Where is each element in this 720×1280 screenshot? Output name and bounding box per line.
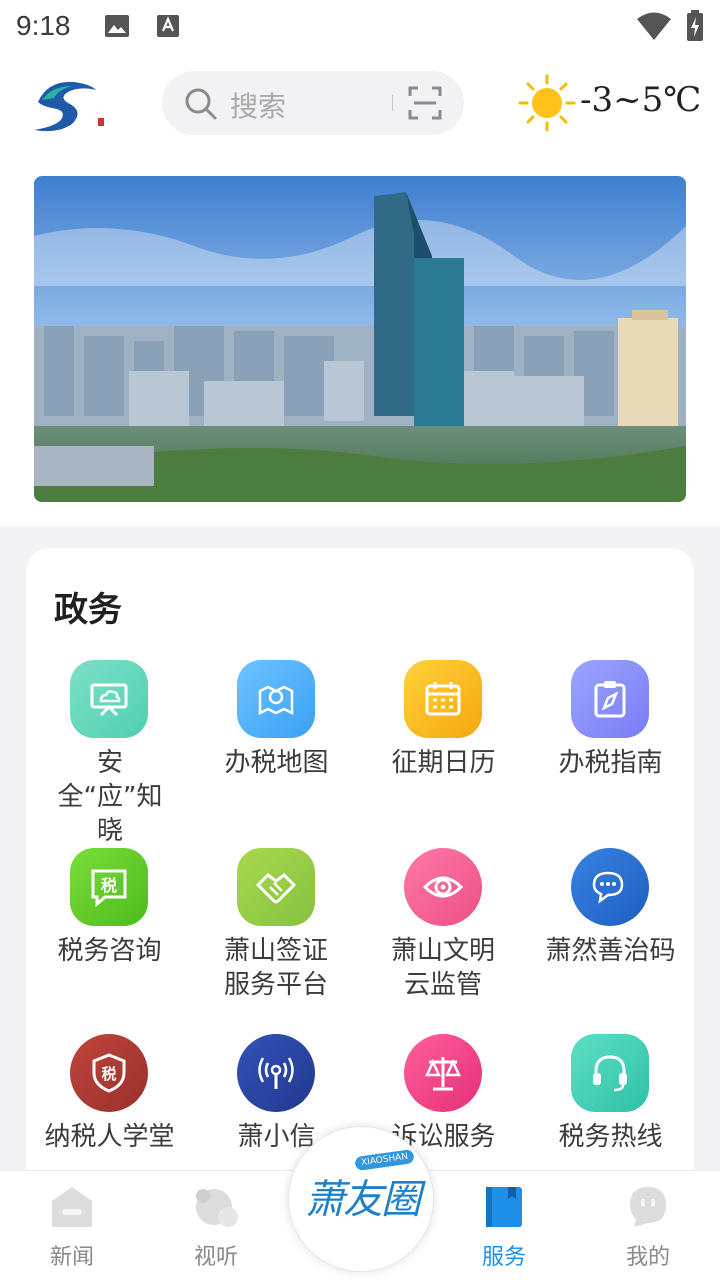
city-banner-image[interactable] [34,176,686,502]
service-label: 办税地图 [224,748,329,778]
xiaoyouquan-button[interactable]: XIAOSHAN 萧友圈 [288,1126,434,1272]
service-civility-supervision[interactable]: 萧山文明云监管 [360,848,527,1028]
wifi-icon [637,12,671,40]
service-icon-bg [237,848,315,926]
svg-text:税: 税 [101,876,117,895]
xiaoyouquan-logo-text: 萧友圈 [305,1177,421,1223]
nav-label: 新闻 [49,1245,94,1270]
service-tax-calendar[interactable]: 征期日历 [360,660,527,840]
service-tax-consult[interactable]: 税 税务咨询 [26,848,193,1028]
weather-temperature: -3~5℃ [580,80,702,120]
nav-label: 我的 [625,1245,670,1270]
sun-icon [518,74,576,132]
service-safety-notice[interactable]: 安全“应”知晓 [26,660,193,846]
service-label: 税务咨询 [57,936,162,966]
service-label: 安全“应”知晓 [57,748,163,846]
nav-label: 服务 [481,1245,526,1270]
scales-icon [425,1057,461,1091]
tax-chat-icon: 税 [91,869,127,907]
service-icon-bg [237,1034,315,1112]
service-icon-bg [571,848,649,926]
search-icon [185,88,217,120]
service-visa-platform[interactable]: 萧山签证服务平台 [193,848,360,1028]
header: 搜索 -3~5℃ [0,56,720,526]
chat-bubbles-icon [592,871,624,904]
nav-item-profile[interactable]: 我的 [576,1171,720,1280]
status-bar: 9:18 [0,0,720,56]
service-icon-bg [237,660,315,738]
service-icon-bg: 税 [70,848,148,926]
section-title: 政务 [54,590,122,630]
service-label: 税务热线 [558,1122,663,1152]
service-governance-code[interactable]: 萧然善治码 [527,848,694,1028]
signal-pin-icon [258,1057,294,1089]
book-icon [486,1187,522,1227]
scan-icon[interactable] [408,86,442,120]
keyboard-notification-icon [157,15,179,37]
media-circles-icon [196,1189,238,1227]
map-pin-icon [258,685,294,716]
service-icon-bg [571,1034,649,1112]
svg-text:税: 税 [101,1065,116,1083]
battery-charging-icon [687,10,703,41]
monitor-cloud-icon [90,683,128,717]
service-label: 萧山文明云监管 [390,936,495,1000]
service-icon-bg [70,660,148,738]
service-label: 纳税人学堂 [44,1122,175,1152]
compass-clipboard-icon [594,681,626,718]
service-tax-map[interactable]: 办税地图 [193,660,360,840]
tax-shield-icon: 税 [92,1053,126,1093]
search-bar[interactable]: 搜索 [162,71,464,135]
search-divider [392,95,393,111]
service-tax-guide[interactable]: 办税指南 [527,660,694,840]
eye-icon [423,876,463,898]
service-icon-bg [404,848,482,926]
news-house-icon [52,1187,92,1227]
service-label: 萧然善治码 [545,936,676,966]
nav-item-services[interactable]: 服务 [432,1171,576,1280]
service-label: 办税指南 [558,748,663,778]
status-time: 9:18 [16,10,71,41]
service-label: 萧山签证服务平台 [223,936,328,1000]
image-notification-icon [105,15,129,37]
search-placeholder: 搜索 [230,90,287,123]
calendar-icon [425,682,461,716]
service-icon-bg: 税 [70,1034,148,1112]
nav-label: 视听 [193,1245,238,1270]
app-logo[interactable] [28,72,110,136]
service-icon-bg [571,660,649,738]
headset-icon [593,1055,627,1092]
profile-face-icon [630,1187,666,1227]
service-label: 征期日历 [391,748,496,778]
handshake-icon [256,873,296,904]
nav-item-media[interactable]: 视听 [144,1171,288,1280]
nav-item-news[interactable]: 新闻 [0,1171,144,1280]
service-icon-bg [404,1034,482,1112]
service-icon-bg [404,660,482,738]
